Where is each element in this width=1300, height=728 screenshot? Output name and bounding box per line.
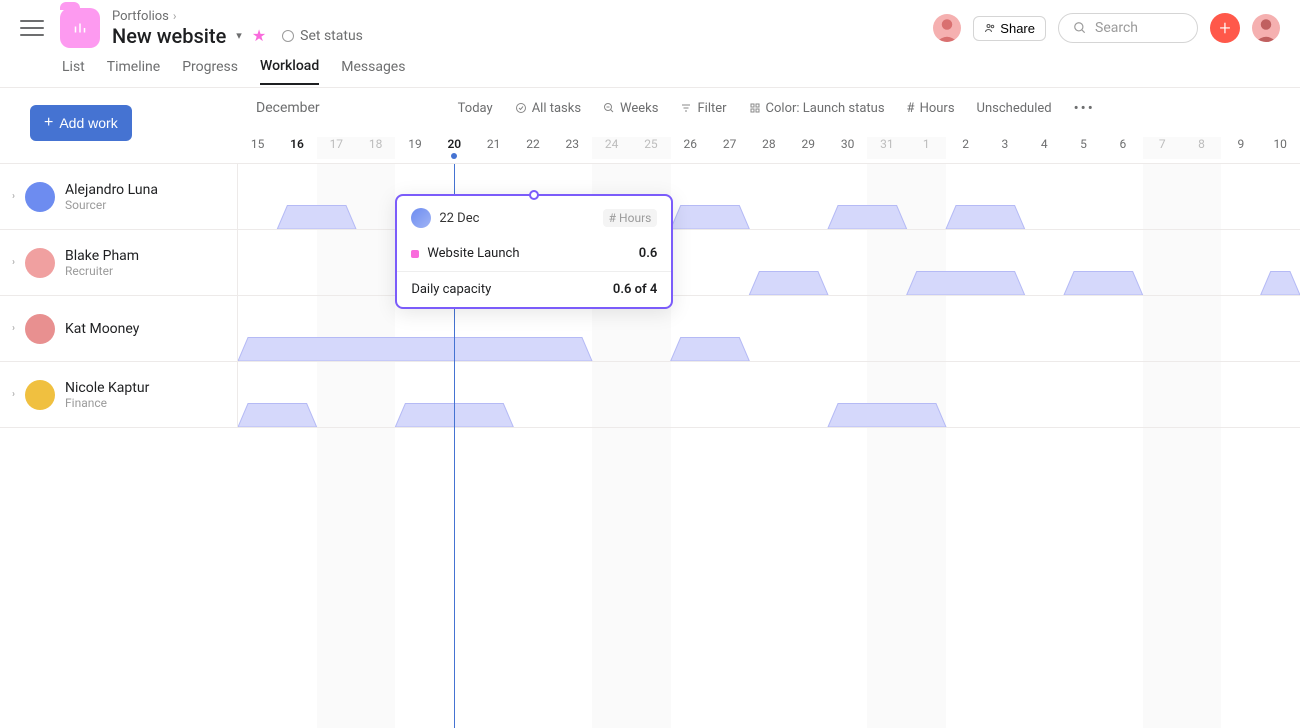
set-status-button[interactable]: Set status: [282, 28, 363, 44]
date-16[interactable]: 16: [277, 137, 316, 159]
more-menu[interactable]: •••: [1074, 99, 1095, 117]
hamburger-menu[interactable]: [20, 16, 44, 40]
color-icon: [749, 102, 761, 114]
popover-handle[interactable]: [529, 190, 539, 200]
person-name[interactable]: Alejandro Luna: [65, 182, 158, 198]
person-name[interactable]: Nicole Kaptur: [65, 380, 149, 396]
date-24[interactable]: 24: [592, 137, 631, 159]
task-name: Website Launch: [427, 246, 519, 261]
date-6[interactable]: 6: [1103, 137, 1142, 159]
capacity-label: Daily capacity: [411, 282, 491, 297]
hash-icon: #: [907, 101, 915, 116]
workload-row: › Nicole Kaptur Finance: [0, 362, 1300, 428]
zoom-weeks[interactable]: Weeks: [603, 101, 658, 116]
month-label: December: [256, 100, 320, 116]
person-avatar[interactable]: [25, 380, 55, 410]
date-15[interactable]: 15: [238, 137, 277, 159]
person-role: Finance: [65, 396, 149, 410]
expand-icon[interactable]: ›: [12, 257, 15, 268]
task-color-dot: [411, 250, 419, 258]
date-5[interactable]: 5: [1064, 137, 1103, 159]
unscheduled-button[interactable]: Unscheduled: [977, 101, 1052, 116]
star-icon[interactable]: ★: [252, 26, 266, 45]
filter-button[interactable]: Filter: [680, 101, 726, 116]
date-26[interactable]: 26: [671, 137, 710, 159]
search-input[interactable]: Search: [1058, 13, 1198, 43]
user-avatar[interactable]: [1252, 14, 1280, 42]
today-button[interactable]: Today: [458, 101, 493, 116]
workload-popover: 22 Dec # Hours Website Launch 0.6 Daily …: [395, 194, 673, 309]
header-avatar[interactable]: [933, 14, 961, 42]
portfolio-folder-icon: [60, 8, 100, 48]
date-3[interactable]: 3: [985, 137, 1024, 159]
status-circle-icon: [282, 30, 294, 42]
date-19[interactable]: 19: [395, 137, 434, 159]
date-18[interactable]: 18: [356, 137, 395, 159]
popover-avatar: [411, 208, 431, 228]
date-8[interactable]: 8: [1182, 137, 1221, 159]
date-17[interactable]: 17: [317, 137, 356, 159]
today-indicator: [451, 153, 457, 159]
tab-workload[interactable]: Workload: [260, 58, 319, 85]
person-avatar[interactable]: [25, 182, 55, 212]
date-10[interactable]: 10: [1261, 137, 1300, 159]
date-23[interactable]: 23: [553, 137, 592, 159]
date-29[interactable]: 29: [789, 137, 828, 159]
hours-badge: # Hours: [603, 209, 658, 227]
tab-messages[interactable]: Messages: [341, 59, 405, 84]
breadcrumb[interactable]: Portfolios ›: [112, 9, 363, 24]
chevron-right-icon: ›: [173, 9, 177, 23]
breadcrumb-parent[interactable]: Portfolios: [112, 9, 169, 24]
date-7[interactable]: 7: [1143, 137, 1182, 159]
hash-icon: #: [609, 211, 616, 225]
expand-icon[interactable]: ›: [12, 323, 15, 334]
date-30[interactable]: 30: [828, 137, 867, 159]
title-dropdown-icon[interactable]: ▾: [236, 29, 242, 42]
zoom-icon: [603, 102, 615, 114]
date-9[interactable]: 9: [1221, 137, 1260, 159]
date-28[interactable]: 28: [749, 137, 788, 159]
check-circle-icon: [515, 102, 527, 114]
share-button[interactable]: Share: [973, 16, 1046, 41]
add-work-button[interactable]: + Add work: [30, 105, 132, 141]
color-by-button[interactable]: Color: Launch status: [749, 101, 885, 116]
search-icon: [1073, 21, 1087, 35]
filter-icon: [680, 102, 692, 114]
date-4[interactable]: 4: [1025, 137, 1064, 159]
effort-hours-button[interactable]: # Hours: [907, 101, 955, 116]
person-avatar[interactable]: [25, 248, 55, 278]
date-22[interactable]: 22: [513, 137, 552, 159]
date-31[interactable]: 31: [867, 137, 906, 159]
person-role: Recruiter: [65, 264, 139, 278]
expand-icon[interactable]: ›: [12, 191, 15, 202]
page-title[interactable]: New website: [112, 24, 226, 48]
workload-chart[interactable]: [238, 362, 1300, 427]
expand-icon[interactable]: ›: [12, 389, 15, 400]
person-avatar[interactable]: [25, 314, 55, 344]
person-name[interactable]: Kat Mooney: [65, 321, 139, 337]
person-name[interactable]: Blake Pham: [65, 248, 139, 264]
capacity-value: 0.6 of 4: [613, 282, 657, 297]
date-27[interactable]: 27: [710, 137, 749, 159]
date-21[interactable]: 21: [474, 137, 513, 159]
date-2[interactable]: 2: [946, 137, 985, 159]
date-1[interactable]: 1: [907, 137, 946, 159]
plus-icon: +: [44, 114, 53, 132]
date-25[interactable]: 25: [631, 137, 670, 159]
task-hours: 0.6: [639, 246, 658, 261]
popover-date: 22 Dec: [439, 211, 479, 226]
people-icon: [984, 22, 996, 34]
person-role: Sourcer: [65, 198, 158, 212]
all-tasks-filter[interactable]: All tasks: [515, 101, 581, 116]
date-20[interactable]: 20: [435, 137, 474, 159]
global-add-button[interactable]: +: [1210, 13, 1240, 43]
